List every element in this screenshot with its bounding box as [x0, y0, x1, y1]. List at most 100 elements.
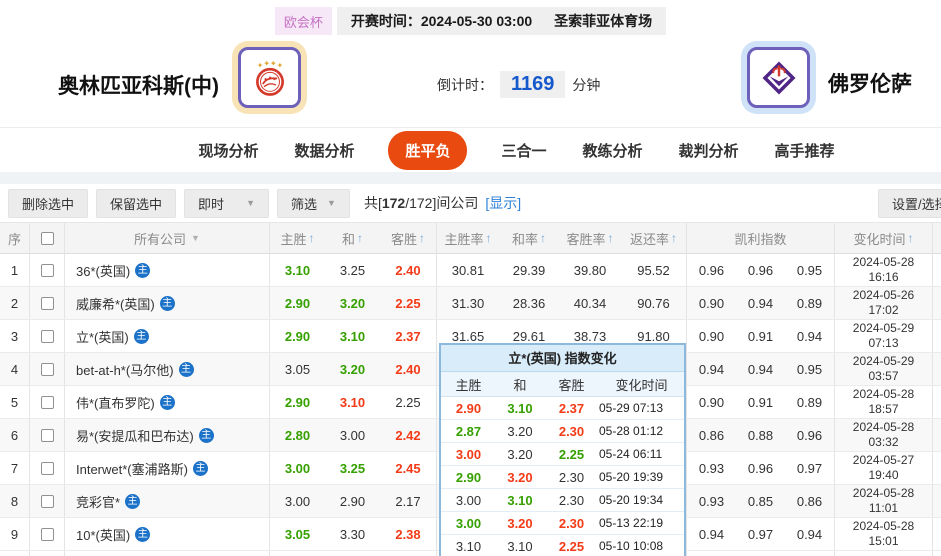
filter-dropdown[interactable]: 筛选 ▼ — [277, 188, 350, 218]
company-home-icon[interactable]: 主 — [133, 328, 149, 344]
header-company[interactable]: 所有公司 ▼ — [65, 223, 270, 253]
tab-expert-picks[interactable]: 高手推荐 — [773, 131, 837, 170]
away-team-name: 佛罗伦萨 — [828, 73, 912, 96]
odds-away[interactable]: 2.38 — [380, 518, 437, 550]
odds-away[interactable]: 2.40 — [380, 353, 437, 385]
rate-home: 31.30 — [451, 295, 485, 311]
row-spacer — [933, 485, 941, 517]
row-select-cell — [30, 353, 65, 385]
company-name[interactable]: 10*(英国) — [76, 525, 130, 544]
company-name[interactable]: 易*(安提瓜和巴布达) — [76, 426, 194, 445]
keep-selected-button[interactable]: 保留选中 — [96, 188, 177, 218]
odds-away[interactable]: 2.40 — [380, 254, 437, 286]
kelly-draw: 0.97 — [747, 526, 774, 542]
popup-odds-draw: 3.20 — [507, 446, 533, 462]
row-checkbox[interactable] — [40, 296, 54, 310]
company-home-icon[interactable]: 主 — [135, 262, 151, 278]
company-home-icon[interactable]: 主 — [178, 361, 194, 377]
company-name[interactable]: 竞彩官* — [76, 492, 120, 511]
odds-home[interactable]: 3.05 — [270, 353, 325, 385]
row-checkbox[interactable] — [40, 428, 54, 442]
odds-home[interactable]: 2.90 — [270, 386, 325, 418]
header-home-rate[interactable]: 主胜率 ↑ — [437, 223, 499, 253]
rate-return: 90.76 — [621, 287, 687, 319]
odds-draw[interactable]: 3.20 — [325, 353, 380, 385]
company-home-icon[interactable]: 主 — [159, 295, 175, 311]
odds-home[interactable]: 3.00 — [270, 485, 325, 517]
home-team-logo — [232, 41, 307, 114]
settings-button[interactable]: 设置/选择 — [878, 189, 941, 218]
header-home-odds[interactable]: 主胜 ↑ — [270, 223, 325, 253]
odds-draw[interactable]: 3.00 — [325, 419, 380, 451]
odds-home[interactable]: 2.80 — [270, 419, 325, 451]
odds-away[interactable]: 2.42 — [380, 419, 437, 451]
company-home-icon[interactable]: 主 — [135, 526, 151, 542]
popup-odds-away: 2.25 — [558, 538, 585, 554]
chevron-down-icon: ▼ — [191, 233, 200, 243]
popup-change-time: 05-10 10:08 — [599, 539, 664, 553]
odds-draw[interactable]: 3.30 — [325, 518, 380, 550]
row-checkbox[interactable] — [40, 362, 54, 376]
header-draw-odds[interactable]: 和 ↑ — [325, 223, 380, 253]
popup-odds-draw: 3.10 — [507, 492, 533, 508]
header-away-odds[interactable]: 客胜 ↑ — [380, 223, 437, 253]
header-away-rate[interactable]: 客胜率 ↑ — [559, 223, 621, 253]
company-name[interactable]: 立*(英国) — [76, 327, 129, 346]
header-draw-rate[interactable]: 和率 ↑ — [499, 223, 559, 253]
odds-draw[interactable]: 3.10 — [325, 386, 380, 418]
odds-home[interactable]: 2.90 — [270, 320, 325, 352]
company-home-icon[interactable]: 主 — [192, 460, 208, 476]
company-home-icon[interactable]: 主 — [125, 493, 141, 509]
odds-draw[interactable]: 3.10 — [325, 320, 380, 352]
filter-label: 筛选 — [291, 196, 318, 212]
company-name[interactable]: 伟*(直布罗陀) — [76, 393, 155, 412]
select-all-checkbox[interactable] — [40, 231, 54, 245]
tab-win-draw-loss[interactable]: 胜平负 — [388, 130, 468, 170]
odds-away[interactable]: 2.37 — [380, 320, 437, 352]
company-name[interactable]: Interwet*(塞浦路斯) — [76, 459, 188, 478]
odds-home[interactable]: 2.90 — [270, 287, 325, 319]
popup-odds-home: 3.10 — [455, 538, 482, 554]
change-time: 2024-05-29 07:13 — [835, 320, 933, 352]
odds-away[interactable]: 2.25 — [380, 386, 437, 418]
popup-change-time: 05-20 19:39 — [599, 470, 664, 484]
venue: 圣索菲亚体育场 — [554, 13, 653, 29]
tab-three-in-one[interactable]: 三合一 — [499, 131, 548, 170]
row-checkbox[interactable] — [40, 395, 54, 409]
header-change-time[interactable]: 变化时间 ↑ — [835, 223, 933, 253]
tab-live-analysis[interactable]: 现场分析 — [196, 131, 260, 170]
odds-draw[interactable]: 3.20 — [325, 287, 380, 319]
odds-home[interactable]: 3.00 — [270, 452, 325, 484]
company-home-icon[interactable]: 主 — [198, 427, 214, 443]
row-checkbox[interactable] — [40, 461, 54, 475]
odds-draw[interactable]: 3.25 — [325, 254, 380, 286]
kelly-home: 0.94 — [698, 361, 725, 377]
tab-coach-analysis[interactable]: 教练分析 — [581, 131, 645, 170]
delete-selected-button[interactable]: 删除选中 — [8, 188, 89, 218]
popup-odds-away: 2.30 — [558, 515, 585, 531]
row-checkbox[interactable] — [40, 329, 54, 343]
tab-data-analysis[interactable]: 数据分析 — [292, 131, 356, 170]
odds-away[interactable]: 2.17 — [380, 485, 437, 517]
company-home-icon[interactable]: 主 — [159, 394, 175, 410]
row-checkbox[interactable] — [40, 494, 54, 508]
row-spacer — [933, 386, 941, 418]
row-checkbox[interactable] — [40, 527, 54, 541]
odds-away[interactable]: 2.45 — [380, 452, 437, 484]
header-return-rate[interactable]: 返还率 ↑ — [621, 223, 687, 253]
company-name[interactable]: 36*(英国) — [76, 261, 130, 280]
company-name[interactable]: 威廉希*(英国) — [76, 294, 155, 313]
row-checkbox[interactable] — [40, 263, 54, 277]
row-index: 2 — [0, 287, 30, 319]
odds-away[interactable]: 2.25 — [380, 287, 437, 319]
time-mode-dropdown[interactable]: 即时 ▼ — [184, 188, 270, 218]
odds-home[interactable]: 3.10 — [270, 254, 325, 286]
company-cell: 易*(安提瓜和巴布达) 主 — [65, 419, 270, 451]
show-link[interactable]: [显示] — [485, 193, 521, 213]
tab-referee-analysis[interactable]: 裁判分析 — [677, 131, 741, 170]
odds-draw[interactable]: 3.25 — [325, 452, 380, 484]
company-name[interactable]: bet-at-h*(马尔他) — [76, 360, 174, 379]
odds-draw[interactable]: 2.90 — [325, 485, 380, 517]
popup-row: 3.00 3.20 2.30 05-13 22:19 — [441, 512, 684, 535]
odds-home[interactable]: 3.05 — [270, 518, 325, 550]
